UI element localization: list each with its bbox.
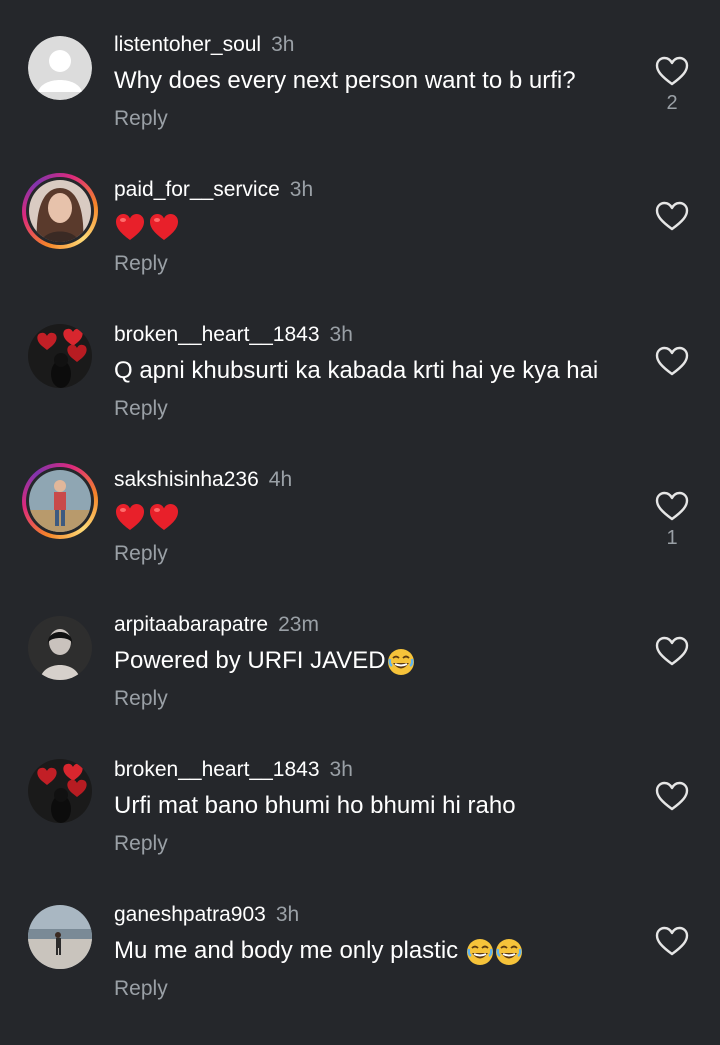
comment-text: Q apni khubsurti ka kabada krti hai ye k…	[114, 357, 599, 384]
comment-meta: broken__heart__1843 3h	[114, 755, 353, 785]
profile-photo	[29, 470, 91, 532]
heart-outline-icon	[655, 781, 689, 811]
laughing-face-icon	[387, 648, 414, 675]
like-button[interactable]	[652, 489, 692, 523]
comment-item: ganeshpatra903 3h Mu me and body me only …	[0, 900, 720, 1045]
like-count: 2	[666, 92, 678, 114]
comment-text	[114, 209, 182, 243]
reply-button[interactable]: Reply	[114, 249, 168, 279]
comment-meta: arpitaabarapatre 23m	[114, 610, 319, 640]
comment-meta: sakshisinha236 4h	[114, 465, 292, 495]
comment-item: paid_for__service 3h Reply	[0, 173, 720, 320]
like-count: 1	[666, 527, 678, 549]
comment-username[interactable]: listentoher_soul	[114, 33, 261, 56]
comment-item: sakshisinha236 4h Reply 1	[0, 463, 720, 610]
avatar[interactable]	[28, 324, 92, 388]
default-avatar-icon	[28, 36, 92, 100]
red-heart-icon	[150, 503, 178, 530]
comment-username[interactable]: ganeshpatra903	[114, 903, 266, 926]
comment-item: listentoher_soul 3h Why does every next p…	[0, 30, 720, 175]
comment-username[interactable]: paid_for__service	[114, 178, 280, 201]
red-heart-icon	[150, 213, 178, 240]
hearts-avatar-image	[28, 324, 92, 388]
like-button[interactable]	[652, 344, 692, 378]
heart-outline-icon	[655, 926, 689, 956]
comment-time: 3h	[275, 903, 300, 926]
comment-item: arpitaabarapatre 23m Powered by URFI JAVE…	[0, 610, 720, 755]
comment-text: Powered by URFI JAVED	[114, 644, 415, 678]
avatar[interactable]	[22, 173, 98, 249]
reply-button[interactable]: Reply	[114, 684, 168, 714]
avatar[interactable]	[28, 759, 92, 823]
heart-outline-icon	[655, 56, 689, 86]
reply-button[interactable]: Reply	[114, 974, 168, 1004]
like-button[interactable]	[652, 54, 692, 88]
comment-text	[114, 499, 182, 533]
laughing-face-icon	[495, 938, 522, 965]
heart-outline-icon	[655, 636, 689, 666]
hearts-avatar-image	[28, 759, 92, 823]
like-button[interactable]	[652, 924, 692, 958]
comment-text-content: Mu me and body me only plastic	[114, 937, 465, 964]
comment-time: 3h	[329, 758, 353, 781]
reply-button[interactable]: Reply	[114, 829, 168, 859]
avatar[interactable]	[28, 616, 92, 680]
heart-outline-icon	[655, 491, 689, 521]
reply-button[interactable]: Reply	[114, 394, 168, 424]
comment-meta: listentoher_soul 3h	[114, 30, 294, 60]
avatar[interactable]	[28, 36, 92, 100]
comment-item: broken__heart__1843 3h Urfi mat bano bhum…	[0, 755, 720, 900]
comment-username[interactable]: sakshisinha236	[114, 468, 259, 491]
red-heart-icon	[116, 213, 144, 240]
comment-text: Urfi mat bano bhumi ho bhumi hi raho	[114, 792, 516, 819]
heart-outline-icon	[655, 346, 689, 376]
comment-text-content: Powered by URFI JAVED	[114, 647, 386, 674]
like-button[interactable]	[652, 634, 692, 668]
profile-photo	[29, 180, 91, 242]
like-button[interactable]	[652, 779, 692, 813]
comment-time: 3h	[289, 178, 314, 201]
comment-username[interactable]: broken__heart__1843	[114, 758, 320, 781]
comment-username[interactable]: arpitaabarapatre	[114, 613, 268, 636]
comments-list: listentoher_soul 3h Why does every next p…	[0, 0, 720, 1010]
like-button[interactable]	[652, 199, 692, 233]
laughing-face-icon	[466, 938, 493, 965]
reply-button[interactable]: Reply	[114, 104, 168, 134]
reply-button[interactable]: Reply	[114, 539, 168, 569]
comment-text: Why does every next person want to b urf…	[114, 67, 576, 94]
comment-meta: broken__heart__1843 3h	[114, 320, 353, 350]
comment-time: 4h	[268, 468, 293, 491]
comment-username[interactable]: broken__heart__1843	[114, 323, 320, 346]
comment-item: broken__heart__1843 3h Q apni khubsurti k…	[0, 320, 720, 465]
beach-avatar-image	[28, 905, 92, 969]
photo-avatar-image	[28, 616, 92, 680]
red-heart-icon	[116, 503, 144, 530]
heart-outline-icon	[655, 201, 689, 231]
comment-time: 23m	[278, 613, 319, 636]
comment-time: 3h	[271, 33, 295, 56]
comment-meta: paid_for__service 3h	[114, 175, 313, 205]
comment-meta: ganeshpatra903 3h	[114, 900, 299, 930]
comment-text: Mu me and body me only plastic	[114, 934, 523, 968]
avatar[interactable]	[28, 905, 92, 969]
comment-time: 3h	[329, 323, 353, 346]
avatar[interactable]	[22, 463, 98, 539]
